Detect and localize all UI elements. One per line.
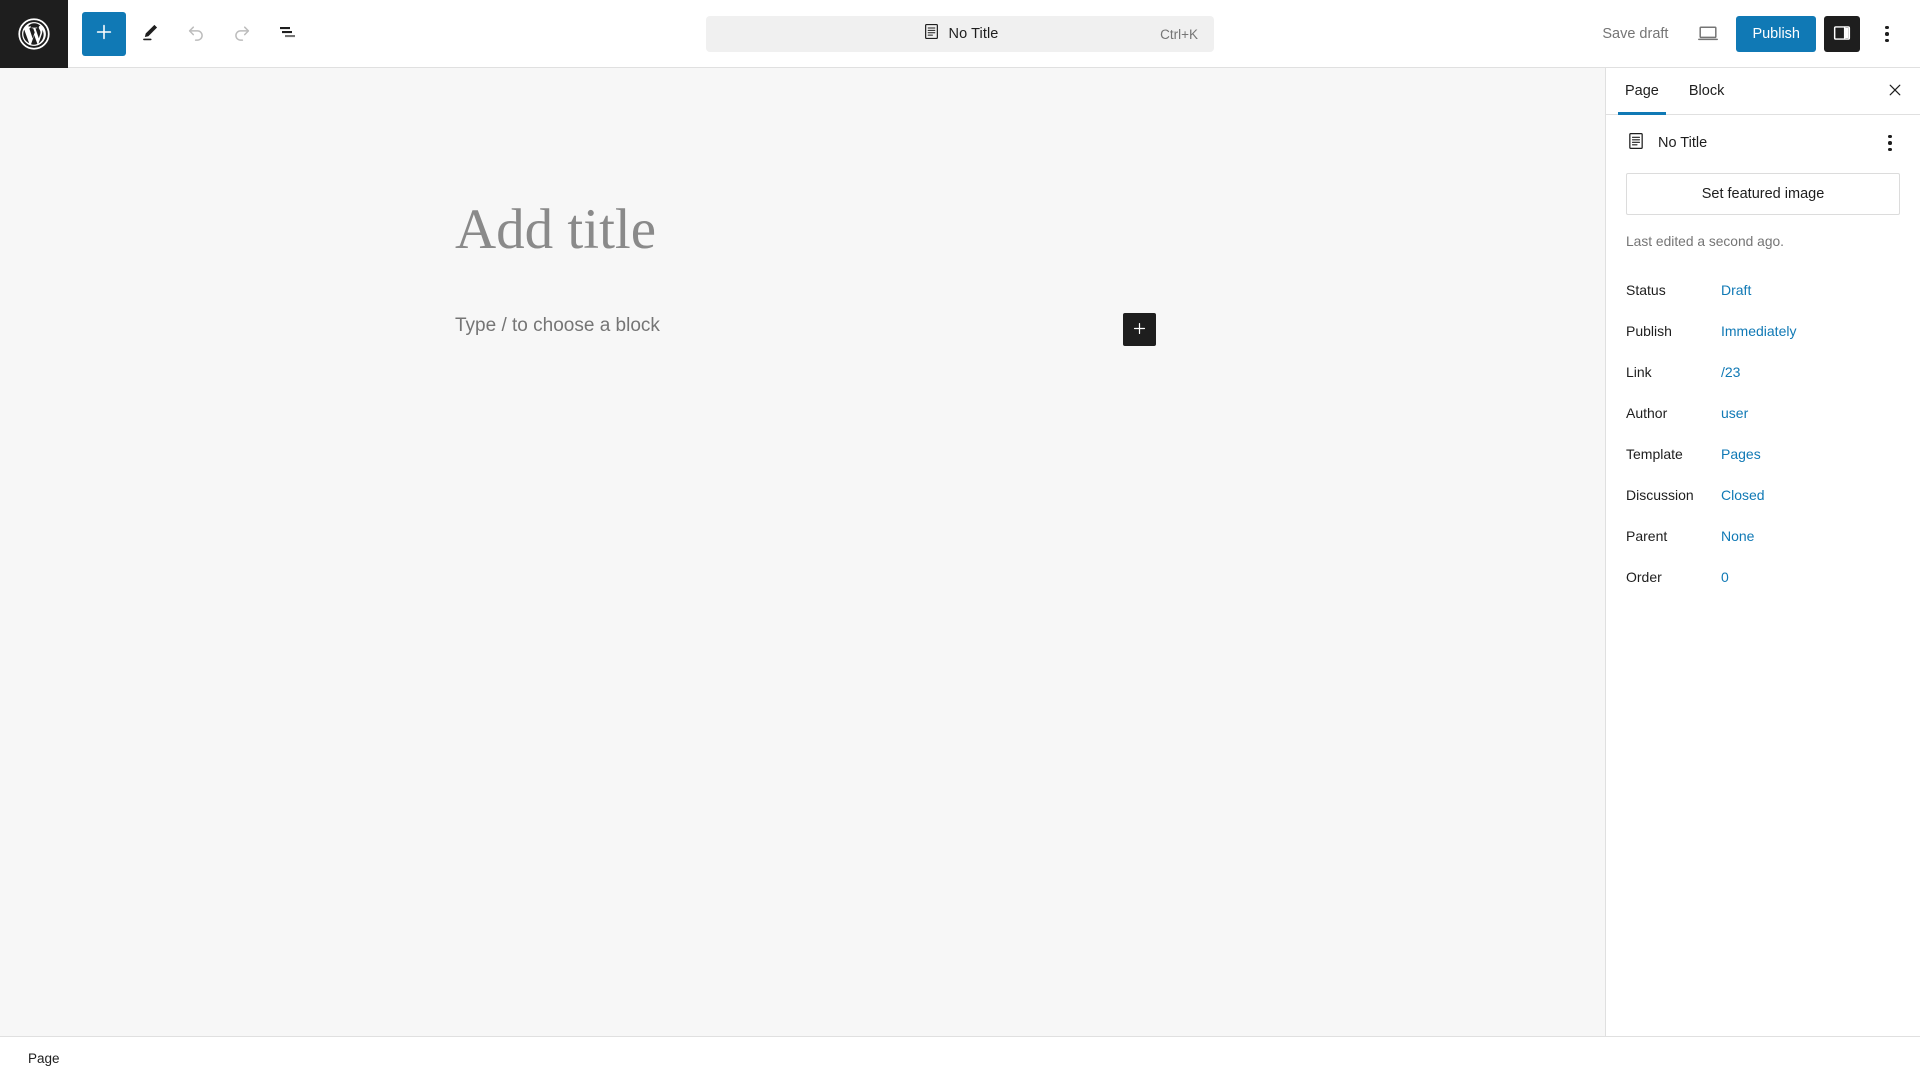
page-settings-panel: No Title Set featured image Last edited …	[1606, 115, 1920, 597]
meta-row-publish: Publish Immediately	[1626, 310, 1900, 351]
status-bar-breadcrumb[interactable]: Page	[28, 1051, 60, 1066]
document-summary-row[interactable]: No Title	[1626, 115, 1900, 171]
document-title-label: No Title	[1658, 135, 1708, 151]
kebab-menu-icon	[1888, 134, 1892, 152]
meta-value-parent[interactable]: None	[1721, 528, 1754, 544]
document-bar-shortcut: Ctrl+K	[1160, 26, 1198, 42]
settings-sidebar-toggle-button[interactable]	[1824, 16, 1860, 52]
wordpress-logo-button[interactable]	[0, 0, 68, 68]
editor-body: Add title Type / to choose a block Page …	[0, 68, 1920, 1036]
inline-block-inserter-button[interactable]	[1123, 313, 1156, 346]
meta-row-author: Author user	[1626, 392, 1900, 433]
editor-canvas-inner: Add title Type / to choose a block	[0, 68, 1605, 1036]
meta-label-link: Link	[1626, 363, 1652, 380]
meta-label-discussion: Discussion	[1626, 486, 1694, 503]
meta-label-publish: Publish	[1626, 322, 1672, 339]
meta-value-author[interactable]: user	[1721, 405, 1748, 421]
default-block-appender[interactable]: Type / to choose a block	[455, 315, 660, 337]
document-overview-button[interactable]	[266, 12, 310, 56]
sidebar-tablist: Page Block	[1606, 68, 1920, 115]
meta-label-order: Order	[1626, 568, 1662, 585]
page-meta-list: Status Draft Publish Immediately Link /2…	[1626, 269, 1900, 597]
meta-row-discussion: Discussion Closed	[1626, 474, 1900, 515]
meta-value-template[interactable]: Pages	[1721, 446, 1761, 462]
plus-icon	[93, 21, 115, 46]
meta-label-status: Status	[1626, 281, 1666, 298]
preview-button[interactable]	[1688, 14, 1728, 54]
editor-top-toolbar: No Title Ctrl+K Save draft Publish	[0, 0, 1920, 68]
meta-label-author: Author	[1626, 404, 1668, 421]
meta-row-parent: Parent None	[1626, 515, 1900, 556]
document-actions-button[interactable]	[1874, 127, 1906, 159]
meta-value-discussion[interactable]: Closed	[1721, 487, 1765, 503]
document-bar-content: No Title	[922, 22, 999, 46]
redo-arrow-icon	[230, 20, 254, 47]
document-bar-title: No Title	[948, 26, 999, 42]
close-sidebar-button[interactable]	[1878, 74, 1912, 108]
page-document-icon	[1626, 131, 1646, 156]
meta-value-order[interactable]: 0	[1721, 569, 1729, 585]
meta-label-parent: Parent	[1626, 527, 1668, 544]
meta-value-link[interactable]: /23	[1721, 364, 1740, 380]
meta-row-status: Status Draft	[1626, 269, 1900, 310]
redo-button[interactable]	[220, 12, 264, 56]
document-overview-icon	[276, 20, 300, 47]
document-command-bar[interactable]: No Title Ctrl+K	[706, 16, 1214, 52]
last-edited-text: Last edited a second ago.	[1626, 234, 1785, 249]
desktop-preview-icon	[1696, 21, 1720, 48]
toolbar-left-group	[68, 11, 310, 56]
wordpress-block-editor: No Title Ctrl+K Save draft Publish Add t…	[0, 0, 1920, 1080]
editor-canvas[interactable]: Add title Type / to choose a block	[0, 68, 1605, 1036]
wordpress-logo-icon	[17, 17, 51, 51]
publish-button[interactable]: Publish	[1736, 16, 1816, 52]
set-featured-image-button[interactable]: Set featured image	[1626, 173, 1900, 215]
undo-arrow-icon	[184, 20, 208, 47]
meta-value-publish[interactable]: Immediately	[1721, 323, 1796, 339]
editor-options-button[interactable]	[1868, 12, 1906, 56]
undo-button[interactable]	[174, 12, 218, 56]
add-block-button[interactable]	[82, 11, 126, 56]
plus-icon	[1131, 320, 1148, 340]
kebab-menu-icon	[1885, 25, 1889, 43]
post-title-input[interactable]: Add title	[455, 196, 656, 264]
meta-value-status[interactable]: Draft	[1721, 282, 1751, 298]
editor-status-bar: Page	[0, 1036, 1920, 1080]
page-document-icon	[922, 22, 941, 46]
meta-row-link: Link /23	[1626, 351, 1900, 392]
pencil-icon	[139, 21, 161, 46]
tools-edit-button[interactable]	[128, 12, 172, 56]
tab-page[interactable]: Page	[1610, 68, 1674, 115]
meta-row-template: Template Pages	[1626, 433, 1900, 474]
meta-row-order: Order 0	[1626, 556, 1900, 597]
settings-panel-icon	[1831, 22, 1853, 47]
settings-sidebar: Page Block No Title Set featured image L…	[1605, 68, 1920, 1036]
toolbar-right-group: Save draft Publish	[1590, 0, 1906, 68]
meta-label-template: Template	[1626, 445, 1683, 462]
close-icon	[1886, 81, 1904, 102]
save-draft-button[interactable]: Save draft	[1590, 18, 1680, 50]
tab-block[interactable]: Block	[1674, 68, 1739, 114]
